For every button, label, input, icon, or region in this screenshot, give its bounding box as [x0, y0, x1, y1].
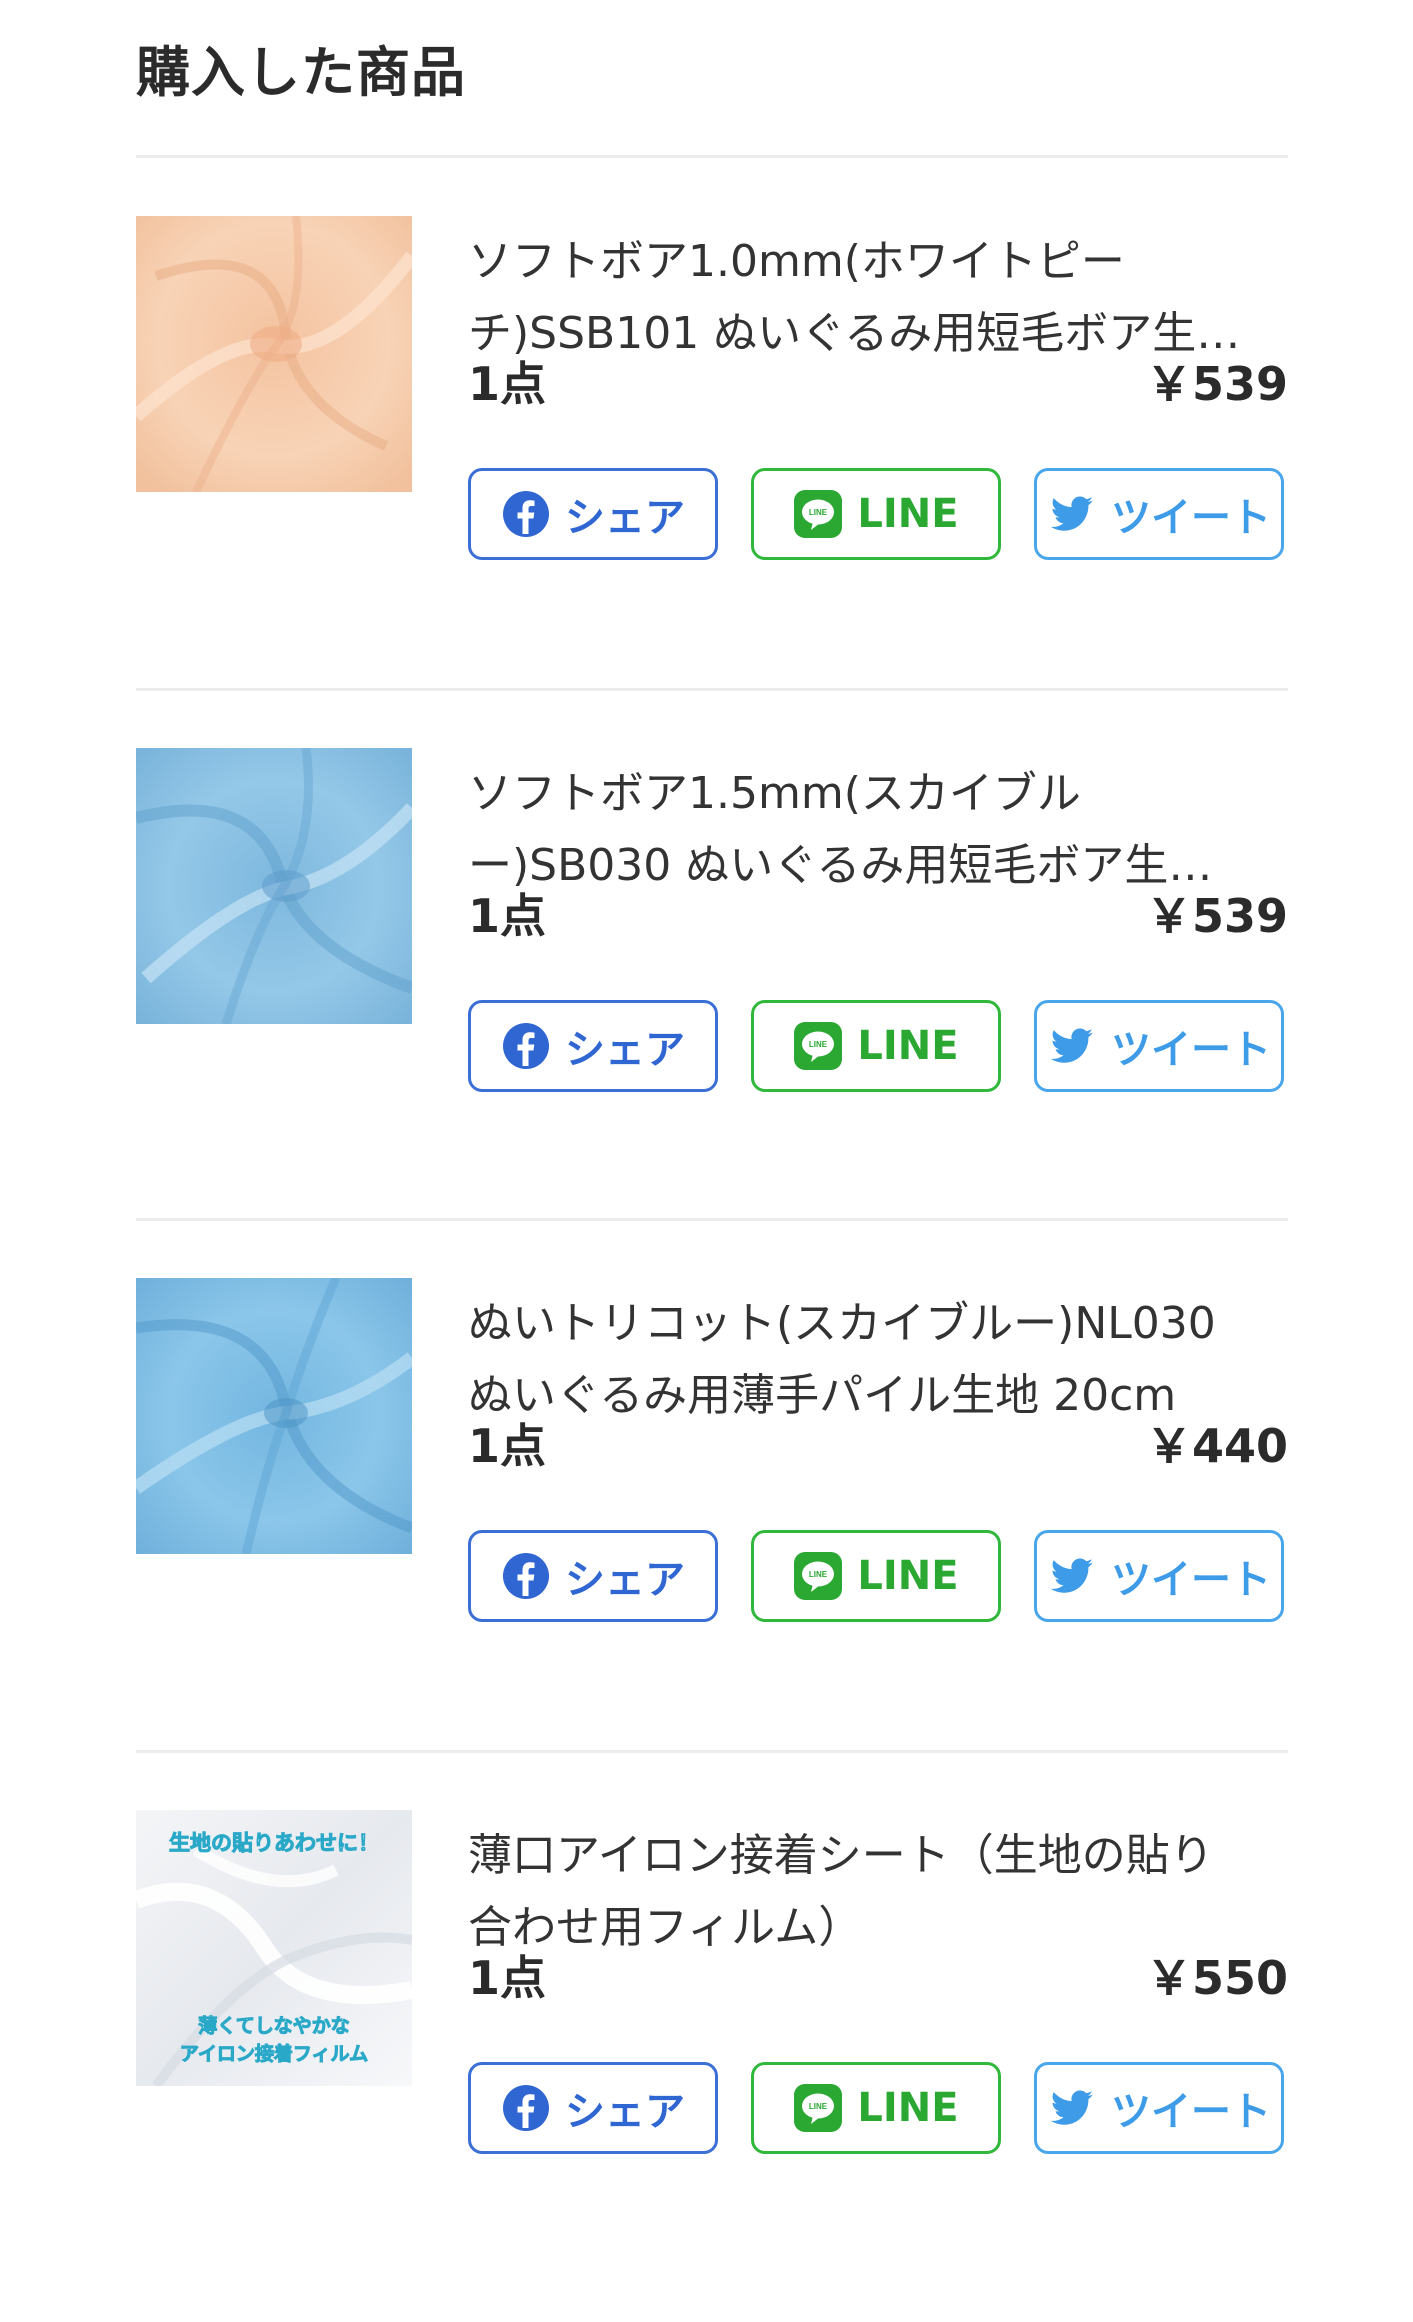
- facebook-icon: [501, 489, 551, 539]
- facebook-icon: [501, 1021, 551, 1071]
- purchased-item: ソフトボア1.5mm(スカイブル ー)SB030 ぬいぐるみ用短毛ボア生… 1点…: [136, 690, 1288, 1260]
- thumbnail-caption-bottom-2: アイロン接着フィルム: [180, 2042, 368, 2065]
- line-share-label: LINE: [857, 2085, 959, 2131]
- twitter-bird-icon: [1047, 1021, 1097, 1071]
- line-icon-text: LINE: [809, 1570, 828, 1579]
- twitter-share-label: ツイート: [1111, 495, 1271, 541]
- facebook-share-button[interactable]: シェア: [468, 1530, 718, 1622]
- line-share-label: LINE: [857, 1553, 959, 1599]
- line-icon: LINE: [793, 1021, 843, 1071]
- share-buttons: シェア LINE LINE ツイート: [468, 1530, 1288, 1626]
- line-share-label: LINE: [857, 1023, 959, 1069]
- share-buttons: シェア LINE LINE ツイート: [468, 1000, 1288, 1096]
- fabric-swirl-image: [136, 216, 412, 492]
- facebook-icon: [501, 2083, 551, 2133]
- thumbnail-caption-top: 生地の貼りあわせに！: [169, 1831, 379, 1855]
- quantity: 1点: [468, 889, 547, 943]
- line-share-label: LINE: [857, 491, 959, 537]
- line-share-button[interactable]: LINE LINE: [751, 1000, 1001, 1092]
- share-buttons: シェア LINE LINE ツイート: [468, 468, 1288, 564]
- facebook-share-button[interactable]: シェア: [468, 468, 718, 560]
- fabric-swirl-image: [136, 1278, 412, 1554]
- purchased-items-page: 購入した商品 ソフトボア1.0mm(ホワイトピー チ)SSB101 ぬいぐるみ用…: [0, 0, 1413, 2296]
- line-share-button[interactable]: LINE LINE: [751, 468, 1001, 560]
- facebook-share-label: シェア: [565, 2089, 685, 2135]
- price: ￥539: [1145, 889, 1288, 943]
- twitter-share-button[interactable]: ツイート: [1034, 468, 1284, 560]
- line-icon-text: LINE: [809, 1040, 828, 1049]
- line-share-button[interactable]: LINE LINE: [751, 1530, 1001, 1622]
- quantity: 1点: [468, 1419, 547, 1473]
- facebook-share-label: シェア: [565, 1557, 685, 1603]
- price: ￥440: [1145, 1419, 1288, 1473]
- facebook-share-button[interactable]: シェア: [468, 2062, 718, 2154]
- thumbnail-caption-bottom-1: 薄くてしなやかな: [198, 2015, 349, 2037]
- twitter-bird-icon: [1047, 2083, 1097, 2133]
- product-image[interactable]: [136, 216, 412, 492]
- line-icon: LINE: [793, 2083, 843, 2133]
- line-share-button[interactable]: LINE LINE: [751, 2062, 1001, 2154]
- purchased-item: 生地の貼りあわせに！ 薄くてしなやかな アイロン接着フィルム 薄口アイロン接着シ…: [136, 1752, 1288, 2322]
- line-icon: LINE: [793, 489, 843, 539]
- twitter-share-label: ツイート: [1111, 2089, 1271, 2135]
- product-image[interactable]: [136, 1278, 412, 1554]
- fabric-swirl-image: [136, 748, 412, 1024]
- twitter-share-button[interactable]: ツイート: [1034, 1530, 1284, 1622]
- facebook-share-button[interactable]: シェア: [468, 1000, 718, 1092]
- twitter-share-label: ツイート: [1111, 1027, 1271, 1073]
- twitter-share-button[interactable]: ツイート: [1034, 1000, 1284, 1092]
- price: ￥550: [1145, 1951, 1288, 2005]
- quantity: 1点: [468, 357, 547, 411]
- twitter-share-button[interactable]: ツイート: [1034, 2062, 1284, 2154]
- twitter-share-label: ツイート: [1111, 1557, 1271, 1603]
- section-title: 購入した商品: [136, 41, 466, 104]
- purchased-item: ぬいトリコット(スカイブルー)NL030 ぬいぐるみ用薄手パイル生地 20cm …: [136, 1220, 1288, 1790]
- quantity: 1点: [468, 1951, 547, 2005]
- twitter-bird-icon: [1047, 489, 1097, 539]
- line-icon: LINE: [793, 1551, 843, 1601]
- twitter-bird-icon: [1047, 1551, 1097, 1601]
- price: ￥539: [1145, 357, 1288, 411]
- line-icon-text: LINE: [809, 508, 828, 517]
- product-image[interactable]: [136, 748, 412, 1024]
- line-icon-text: LINE: [809, 2102, 828, 2111]
- facebook-icon: [501, 1551, 551, 1601]
- share-buttons: シェア LINE LINE ツイート: [468, 2062, 1288, 2158]
- facebook-share-label: シェア: [565, 495, 685, 541]
- product-image[interactable]: 生地の貼りあわせに！ 薄くてしなやかな アイロン接着フィルム: [136, 1810, 412, 2086]
- adhesive-film-image: 生地の貼りあわせに！ 薄くてしなやかな アイロン接着フィルム: [136, 1810, 412, 2086]
- purchased-item: ソフトボア1.0mm(ホワイトピー チ)SSB101 ぬいぐるみ用短毛ボア生… …: [136, 158, 1288, 728]
- facebook-share-label: シェア: [565, 1027, 685, 1073]
